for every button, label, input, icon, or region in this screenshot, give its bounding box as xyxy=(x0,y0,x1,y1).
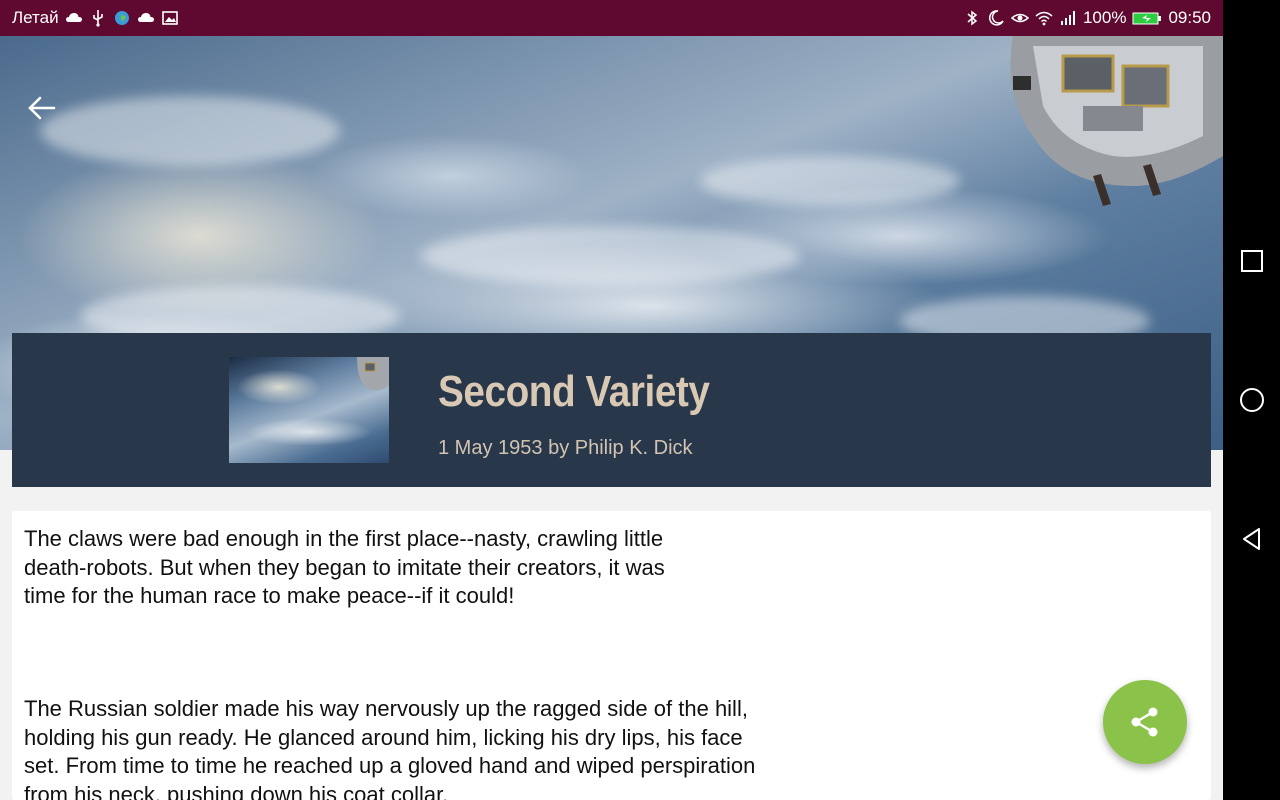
status-bar: Летай 100% 09:50 xyxy=(0,0,1223,36)
home-button[interactable] xyxy=(1239,387,1265,413)
back-button[interactable] xyxy=(26,92,58,124)
square-recent-icon xyxy=(1241,250,1263,272)
story-title: Second Variety xyxy=(438,367,710,416)
recent-apps-button[interactable] xyxy=(1239,248,1265,274)
share-icon xyxy=(1131,707,1158,737)
arrow-left-icon xyxy=(28,96,56,120)
status-left: Летай xyxy=(12,0,179,36)
story-meta: 1 May 1953 by Philip K. Dick xyxy=(438,437,693,459)
story-content: The claws were bad enough in the first p… xyxy=(12,511,1211,800)
story-paragraph: The Russian soldier made his way nervous… xyxy=(24,696,756,800)
globe-app-icon xyxy=(113,9,131,27)
battery-charging-icon xyxy=(1132,9,1162,27)
battery-percent: 100% xyxy=(1082,8,1127,27)
eye-comfort-icon xyxy=(1010,9,1029,27)
triangle-back-icon xyxy=(1243,528,1260,550)
gallery-icon xyxy=(161,9,179,27)
cloud-icon xyxy=(65,9,83,27)
system-back-button[interactable] xyxy=(1239,526,1265,552)
cloud-icon-2 xyxy=(137,9,155,27)
space-station-thumb-icon xyxy=(357,357,389,391)
story-paragraph: The claws were bad enough in the first p… xyxy=(24,526,665,608)
story-thumbnail xyxy=(229,357,389,463)
carrier-name: Летай xyxy=(12,8,59,27)
usb-icon xyxy=(89,9,107,27)
wifi-icon xyxy=(1035,9,1053,27)
bluetooth-icon xyxy=(963,9,981,27)
share-button[interactable] xyxy=(1103,680,1187,764)
story-header-card: Second Variety 1 May 1953 by Philip K. D… xyxy=(12,333,1211,487)
status-right: 100% 09:50 xyxy=(963,0,1211,36)
system-nav-bar xyxy=(1223,0,1280,800)
clock: 09:50 xyxy=(1168,8,1211,27)
space-station-image xyxy=(1010,36,1223,206)
circle-home-icon xyxy=(1240,388,1264,412)
moon-icon xyxy=(987,9,1005,27)
signal-icon xyxy=(1059,9,1077,27)
